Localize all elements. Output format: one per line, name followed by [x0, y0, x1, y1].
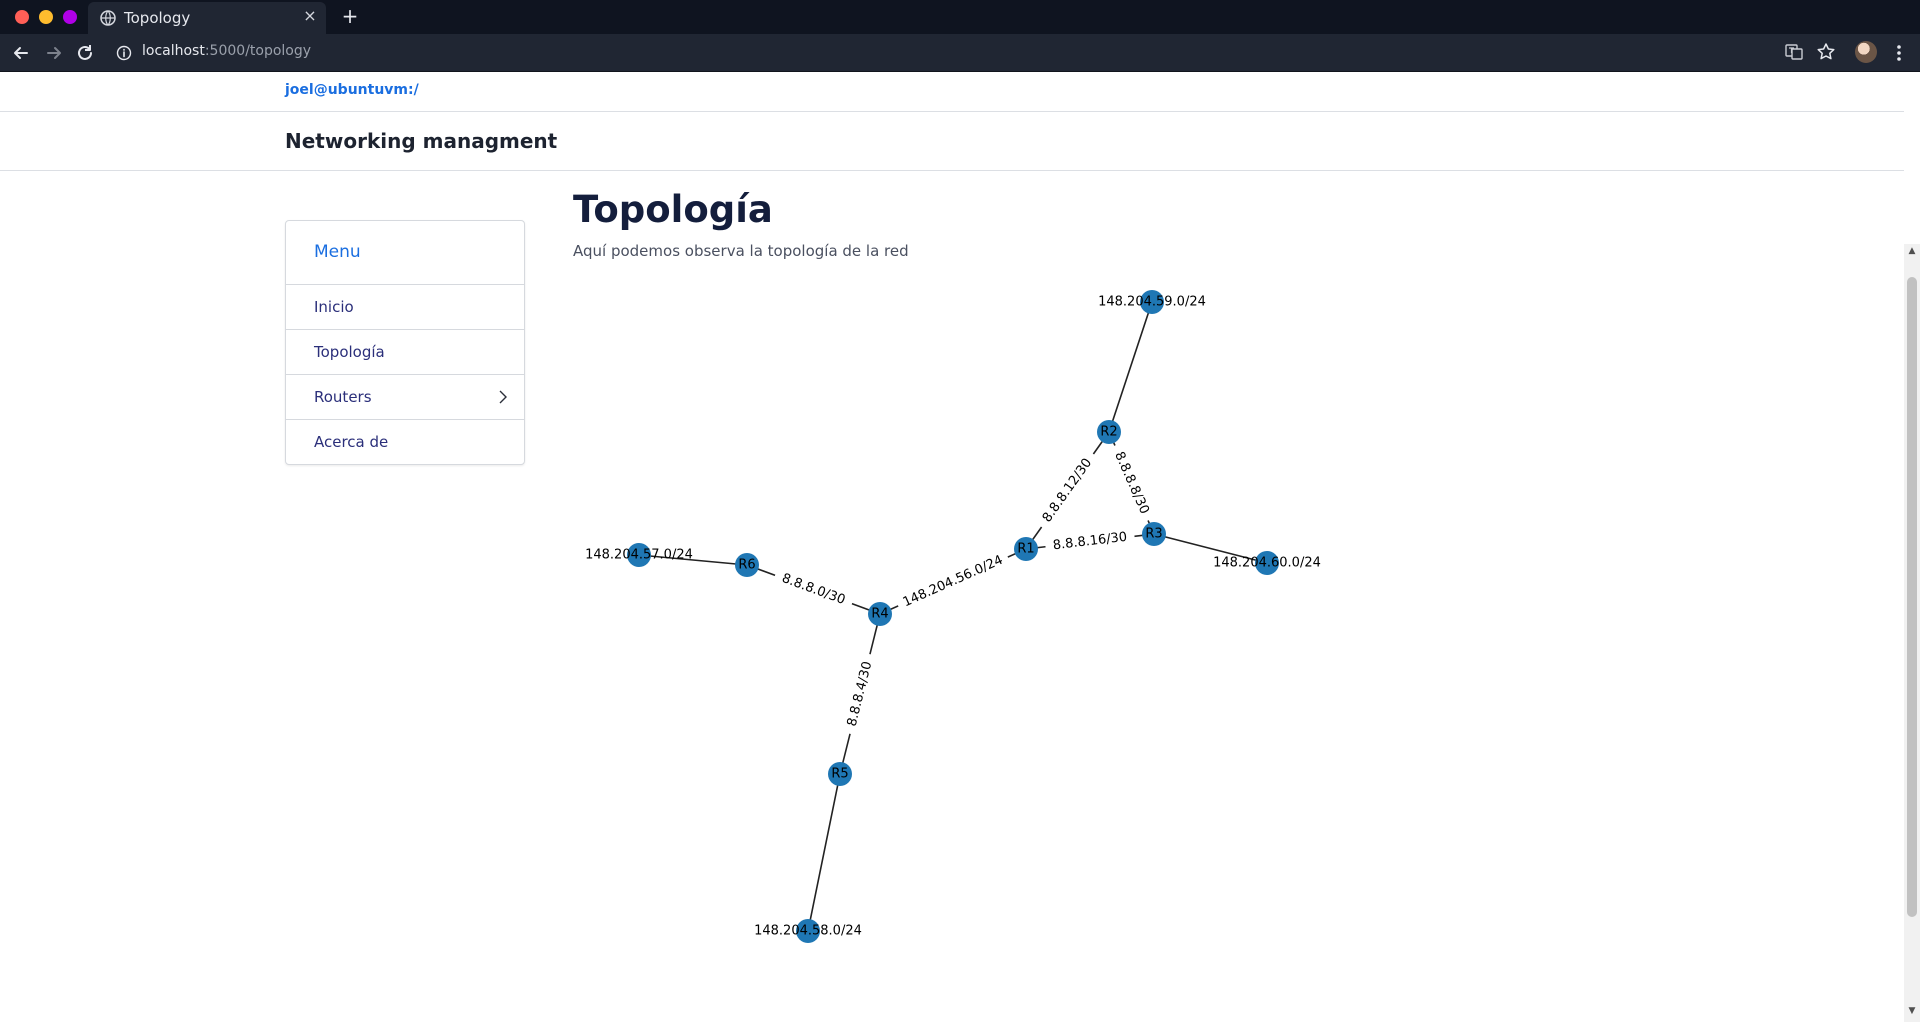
- graph-node-label: 148.204.60.0/24: [1213, 556, 1321, 571]
- graph-edge: [807, 773, 841, 932]
- sidebar-item-routers[interactable]: Routers: [286, 374, 524, 419]
- chevron-right-icon: [499, 390, 507, 404]
- edge-label: 148.204.56.0/24: [901, 553, 1006, 611]
- sidebar-item-acerca-de[interactable]: Acerca de: [286, 419, 524, 464]
- reload-icon[interactable]: [74, 42, 96, 64]
- back-arrow-icon[interactable]: [10, 42, 32, 64]
- graph-node-label: R4: [871, 607, 888, 622]
- topology-graph: R1 R2 R3 R4 R5 R6 148.204.59.0/24 148.204.60.0/…: [560, 272, 1360, 950]
- close-tab-icon[interactable]: ×: [302, 8, 318, 24]
- topology-graph-svg: R1 R2 R3 R4 R5 R6 148.204.59.0/24 148.204.60.0/…: [585, 290, 1321, 943]
- browser-tab[interactable]: Topology ×: [88, 2, 326, 34]
- edge-label-group: 8.8.8.16/30: [1044, 528, 1136, 555]
- sidebar-item-label: Inicio: [314, 298, 354, 316]
- graph-node-label: 148.204.59.0/24: [1098, 295, 1206, 310]
- sidebar-item-inicio[interactable]: Inicio: [286, 284, 524, 329]
- close-window-button[interactable]: [15, 10, 29, 24]
- scrollbar-thumb[interactable]: [1907, 277, 1917, 917]
- tab-title: Topology: [124, 9, 191, 27]
- sidebar-item-label: Topología: [314, 343, 385, 361]
- graph-node-label: 148.204.57.0/24: [585, 548, 693, 563]
- edge-label: 8.8.8.16/30: [1052, 530, 1128, 554]
- edge-label: 8.8.8.8/30: [1111, 450, 1152, 517]
- sidebar-item-topologia[interactable]: Topología: [286, 329, 524, 374]
- page: joel@ubuntuvm:/ Networking managment Men…: [0, 72, 1920, 1022]
- edge-label-group: 8.8.8.12/30: [1035, 449, 1100, 532]
- profile-avatar[interactable]: [1855, 41, 1877, 63]
- new-tab-button[interactable]: +: [340, 6, 360, 26]
- edge-label-group: 8.8.8.8/30: [1107, 442, 1156, 524]
- page-subtitle: Aquí podemos observa la topología de la …: [573, 242, 909, 260]
- scroll-down-arrow-icon[interactable]: ▼: [1906, 1006, 1918, 1016]
- minimize-window-button[interactable]: [39, 10, 53, 24]
- user-bar: joel@ubuntuvm:/: [0, 72, 1904, 112]
- bookmark-star-icon[interactable]: [1816, 42, 1836, 62]
- sidebar-item-label: Acerca de: [314, 433, 389, 451]
- page-title: Topología: [573, 188, 773, 231]
- sidebar-menu: Menu Inicio Topología Routers Acerca de: [285, 220, 525, 465]
- globe-icon: [100, 10, 116, 26]
- edge-label-group: 148.204.56.0/24: [894, 549, 1012, 614]
- forward-arrow-icon[interactable]: [43, 42, 65, 64]
- more-options-icon[interactable]: [1892, 42, 1906, 64]
- graph-node-label: R2: [1100, 425, 1117, 440]
- url-path: :5000/topology: [204, 43, 312, 59]
- browser-toolbar: localhost:5000/topology: [0, 34, 1920, 72]
- edge-label-group: 8.8.8.4/30: [842, 652, 878, 736]
- menu-title: Menu: [314, 242, 361, 262]
- url-host: localhost: [142, 43, 205, 59]
- graph-edge: [1108, 301, 1153, 433]
- edge-label: 8.8.8.0/30: [780, 571, 847, 608]
- edge-label: 8.8.8.4/30: [845, 660, 876, 728]
- site-header: Networking managment: [0, 113, 1904, 171]
- edge-label-group: 8.8.8.0/30: [772, 567, 855, 612]
- sidebar-item-label: Routers: [314, 388, 372, 406]
- translate-icon[interactable]: [1785, 43, 1803, 61]
- graph-node-label: R1: [1017, 542, 1034, 557]
- user-link[interactable]: joel@ubuntuvm:/: [285, 82, 419, 98]
- browser-tab-bar: Topology × +: [0, 0, 1920, 34]
- scroll-up-arrow-icon[interactable]: ▲: [1906, 246, 1918, 256]
- brand-title[interactable]: Networking managment: [285, 129, 557, 153]
- graph-node-label: 148.204.58.0/24: [754, 924, 862, 939]
- graph-node-label: R5: [831, 767, 848, 782]
- url-field[interactable]: localhost:5000/topology: [142, 43, 311, 59]
- graph-node-label: R3: [1145, 527, 1162, 542]
- maximize-window-button[interactable]: [63, 10, 77, 24]
- graph-node-label: R6: [738, 558, 755, 573]
- info-icon[interactable]: [116, 45, 132, 61]
- edge-label: 8.8.8.12/30: [1040, 456, 1095, 526]
